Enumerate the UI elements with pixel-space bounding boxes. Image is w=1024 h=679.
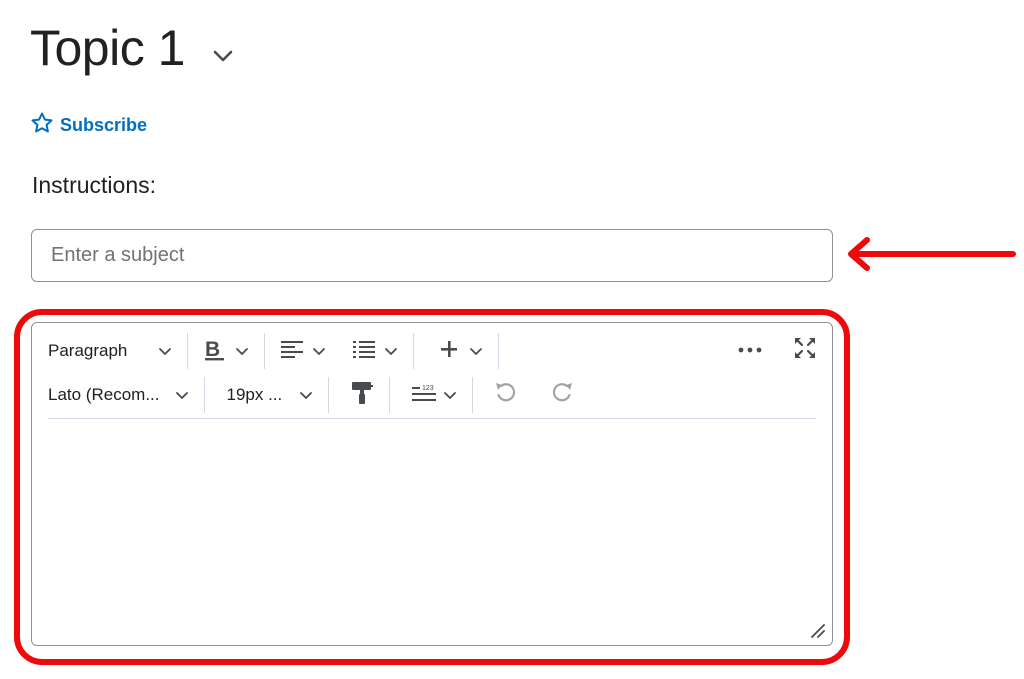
line-spacing-icon: 123	[410, 381, 438, 410]
insert-dropdown[interactable]	[438, 333, 484, 369]
chevron-down-icon[interactable]	[211, 44, 235, 68]
redo-button[interactable]	[549, 377, 575, 413]
editor-content-area[interactable]	[48, 423, 816, 633]
bold-dropdown[interactable]: B	[202, 333, 250, 369]
toolbar-separator	[187, 333, 189, 369]
red-arrow-left-icon	[845, 236, 1017, 277]
toolbar-divider	[48, 418, 816, 419]
list-dropdown[interactable]	[351, 333, 399, 369]
undo-button[interactable]	[493, 377, 519, 413]
toolbar-separator	[264, 333, 266, 369]
chevron-down-icon	[174, 387, 190, 403]
bullet-list-icon	[351, 337, 377, 366]
more-actions-button[interactable]	[737, 337, 763, 363]
chevron-down-icon	[383, 343, 399, 359]
format-painter-icon	[349, 380, 375, 411]
chevron-down-icon	[234, 343, 250, 359]
page-title: Topic 1	[30, 20, 185, 76]
title-row: Topic 1	[30, 18, 235, 78]
subject-input[interactable]	[31, 229, 833, 282]
block-format-dropdown[interactable]: Paragraph	[48, 333, 173, 369]
svg-text:123: 123	[422, 385, 434, 392]
fullscreen-icon	[793, 336, 817, 365]
format-painter-button[interactable]	[349, 377, 375, 413]
undo-icon	[493, 380, 519, 411]
toolbar-separator	[472, 377, 474, 413]
resize-handle-icon[interactable]	[808, 621, 826, 639]
editor-toolbar-row-2: Lato (Recom... 19px ... 123	[48, 375, 575, 415]
bold-icon: B	[202, 336, 228, 367]
font-size-label: 19px ...	[226, 385, 283, 404]
rich-text-editor: Paragraph B Lato (Recom... 19px ... 123	[31, 322, 833, 646]
chevron-down-icon	[298, 387, 314, 403]
plus-icon	[438, 338, 460, 365]
align-left-icon	[279, 337, 305, 366]
block-format-label: Paragraph	[48, 341, 128, 360]
editor-toolbar-row-1: Paragraph B	[48, 331, 513, 371]
line-spacing-dropdown[interactable]: 123	[410, 377, 458, 413]
svg-text:B: B	[205, 338, 220, 361]
toolbar-separator	[413, 333, 415, 369]
alignment-dropdown[interactable]	[279, 333, 327, 369]
redo-icon	[549, 380, 575, 411]
toolbar-separator	[498, 333, 500, 369]
toolbar-separator	[203, 377, 205, 413]
font-family-label: Lato (Recom...	[48, 385, 160, 404]
instructions-label: Instructions:	[32, 172, 156, 198]
fullscreen-button[interactable]	[792, 337, 818, 363]
toolbar-separator	[389, 377, 391, 413]
subscribe-label: Subscribe	[60, 115, 148, 135]
toolbar-separator	[328, 377, 330, 413]
chevron-down-icon	[442, 387, 458, 403]
chevron-down-icon	[468, 343, 484, 359]
chevron-down-icon	[157, 343, 173, 359]
star-outline-icon	[30, 111, 54, 140]
subscribe-link[interactable]: Subscribe	[30, 111, 147, 140]
font-family-dropdown[interactable]: Lato (Recom...	[48, 377, 190, 413]
more-horizontal-icon	[737, 341, 763, 359]
font-size-dropdown[interactable]: 19px ...	[227, 377, 315, 413]
chevron-down-icon	[311, 343, 327, 359]
